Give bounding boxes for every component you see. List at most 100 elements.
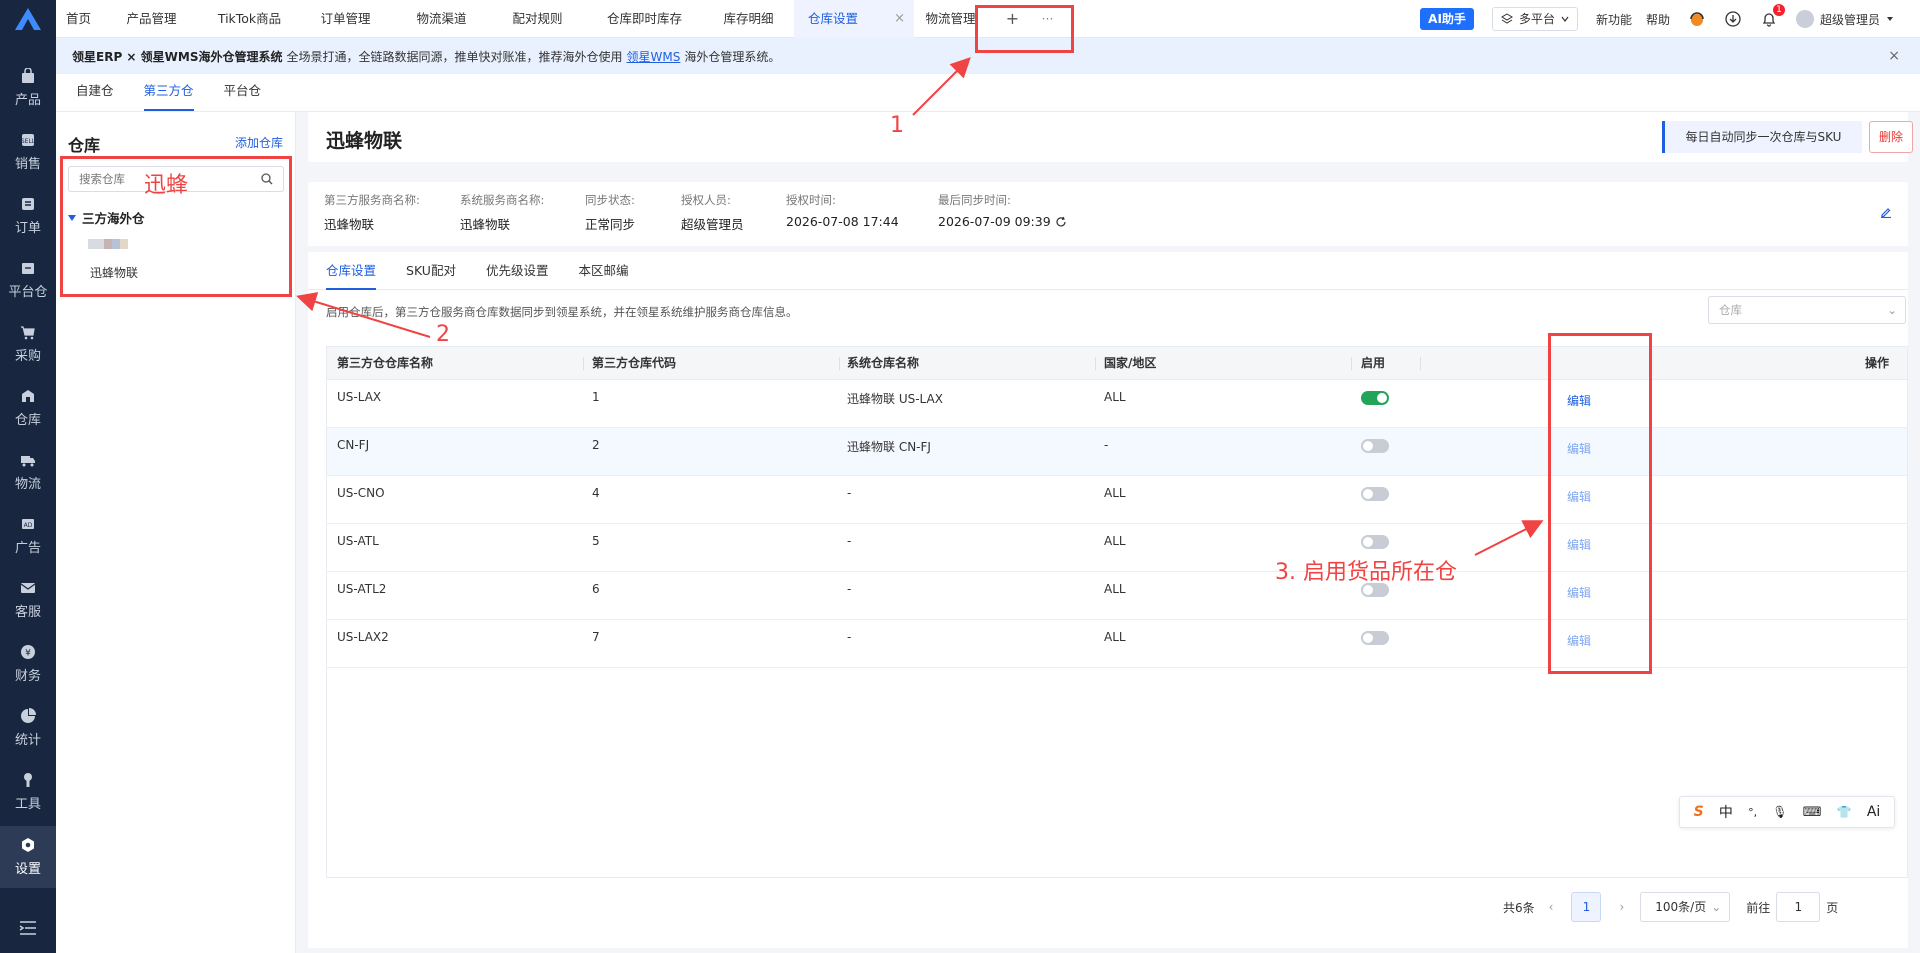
info-label: 授权人员:: [681, 193, 731, 207]
new-features-link[interactable]: 新功能: [1596, 11, 1632, 28]
table-row: US-ATL 5 - ALL 编辑: [327, 524, 1907, 572]
tab-warehouse-settings[interactable]: 仓库设置 ×: [794, 0, 914, 38]
page-title: 迅蜂物联: [326, 130, 403, 152]
tab-logistics-mgmt[interactable]: 物流管理: [914, 0, 988, 38]
banner-close-icon[interactable]: ×: [1888, 48, 1900, 64]
goto-page-input[interactable]: 1: [1776, 892, 1821, 922]
add-tab-button[interactable]: +: [988, 0, 1038, 38]
nav-item-platform-warehouse[interactable]: 平台仓: [0, 250, 56, 310]
nav-item-purchase[interactable]: 采购: [0, 314, 56, 374]
enable-toggle[interactable]: [1361, 535, 1389, 549]
help-link[interactable]: 帮助: [1646, 11, 1670, 28]
cell-name: CN-FJ: [337, 438, 370, 452]
notification-badge: 1: [1772, 4, 1785, 16]
tab-logistics-channel[interactable]: 物流渠道: [394, 0, 490, 38]
tab-tiktok[interactable]: TikTok商品: [202, 0, 298, 38]
enable-toggle[interactable]: [1361, 391, 1389, 405]
edit-link[interactable]: 编辑: [1567, 584, 1591, 601]
tab-zip-code[interactable]: 本区邮编: [578, 252, 628, 290]
ime-chinese-toggle[interactable]: 中: [1719, 802, 1733, 822]
notification-bell-icon[interactable]: 1: [1760, 4, 1785, 28]
nav-item-order[interactable]: 订单: [0, 186, 56, 246]
tab-orders[interactable]: 订单管理: [298, 0, 394, 38]
enable-toggle[interactable]: [1361, 487, 1389, 501]
col-divider: [1420, 357, 1421, 370]
nav-item-sale[interactable]: SELL 销售: [0, 122, 56, 182]
nav-item-settings[interactable]: 设置: [0, 826, 56, 888]
tab-instant-stock[interactable]: 仓库即时库存: [586, 0, 704, 38]
cell-code: 7: [592, 630, 600, 644]
enable-toggle[interactable]: [1361, 439, 1389, 453]
ime-punctuation-icon[interactable]: °,: [1748, 806, 1757, 819]
ime-mic-icon[interactable]: 🎙: [1772, 805, 1787, 819]
edit-link[interactable]: 编辑: [1567, 536, 1591, 553]
tab-sku-pairing[interactable]: SKU配对: [406, 252, 456, 290]
tab-pairing-rules[interactable]: 配对规则: [490, 0, 586, 38]
nav-item-product[interactable]: 产品: [0, 58, 56, 118]
page-number[interactable]: 1: [1571, 892, 1602, 922]
tree-leaf-provider[interactable]: 迅蜂物联: [90, 264, 138, 281]
tab-home[interactable]: 首页: [56, 0, 102, 38]
tab-product[interactable]: 产品管理: [102, 0, 202, 38]
cell-name: US-ATL: [337, 534, 379, 548]
user-menu[interactable]: 超级管理员: [1795, 10, 1894, 28]
nav-item-service[interactable]: 客服: [0, 570, 56, 630]
total-count: 共6条: [1503, 900, 1535, 915]
info-third-party-name: 第三方服务商名称: 迅蜂物联: [324, 192, 420, 233]
ime-skin-icon[interactable]: 👕: [1837, 805, 1852, 819]
info-label: 系统服务商名称:: [460, 193, 545, 207]
edit-link[interactable]: 编辑: [1567, 440, 1591, 457]
tab-self-built[interactable]: 自建仓: [76, 73, 114, 111]
warehouse-filter-select[interactable]: 仓库 ⌄: [1708, 296, 1906, 324]
download-icon[interactable]: [1724, 10, 1742, 28]
edit-icon[interactable]: [1880, 206, 1892, 221]
platform-warehouse-icon: [22, 263, 34, 274]
tree-group-overseas[interactable]: 三方海外仓: [68, 208, 145, 227]
nav-item-stats[interactable]: 统计: [0, 698, 56, 758]
tool-icon: [24, 773, 32, 787]
tab-warehouse-setting[interactable]: 仓库设置: [326, 252, 377, 290]
next-page-icon[interactable]: ›: [1619, 900, 1624, 914]
nav-item-finance[interactable]: ¥ 财务: [0, 634, 56, 694]
more-tabs-button[interactable]: ···: [1038, 0, 1058, 38]
ai-assistant-button[interactable]: AI助手: [1420, 8, 1474, 30]
tab-priority[interactable]: 优先级设置: [486, 252, 549, 290]
nav-item-ads[interactable]: AD 广告: [0, 506, 56, 566]
enable-toggle[interactable]: [1361, 631, 1389, 645]
cell-name: US-CNO: [337, 486, 385, 500]
search-icon[interactable]: [261, 173, 273, 188]
edit-link[interactable]: 编辑: [1567, 632, 1591, 649]
tab-third-party[interactable]: 第三方仓: [143, 73, 194, 111]
collapse-menu-icon[interactable]: [19, 920, 37, 939]
nav-item-tools[interactable]: 工具: [0, 762, 56, 822]
app-logo[interactable]: [0, 0, 56, 38]
banner-text: 全场景打通，全链路数据同源，推单快对账准，推荐海外仓使用: [286, 49, 623, 64]
prev-page-icon[interactable]: ‹: [1549, 900, 1554, 914]
nav-item-logistics[interactable]: 物流: [0, 442, 56, 502]
edit-link[interactable]: 编辑: [1567, 392, 1591, 409]
ime-keyboard-icon[interactable]: ⌨: [1803, 805, 1822, 820]
delete-button[interactable]: 删除: [1869, 121, 1913, 153]
cell-system-name: 迅蜂物联 US-LAX: [847, 392, 943, 406]
caret-down-icon[interactable]: [68, 214, 76, 221]
support-icon[interactable]: [1688, 10, 1706, 28]
page-size-select[interactable]: 100条/页 ⌄: [1640, 892, 1731, 922]
auto-sync-button[interactable]: 每日自动同步一次仓库与SKU: [1662, 121, 1862, 153]
cell-system-name: -: [847, 486, 852, 500]
provider-logo-thumbnail: [88, 239, 128, 249]
svg-text:SELL: SELL: [21, 138, 36, 145]
add-warehouse-link[interactable]: 添加仓库: [235, 134, 283, 151]
edit-link[interactable]: 编辑: [1567, 488, 1591, 505]
cell-region: ALL: [1104, 486, 1126, 500]
cell-name: US-LAX: [337, 390, 382, 404]
ime-ai-icon[interactable]: Ai: [1867, 804, 1880, 820]
tab-platform[interactable]: 平台仓: [224, 73, 262, 111]
nav-item-warehouse[interactable]: 仓库: [0, 378, 56, 438]
tab-stock-detail[interactable]: 库存明细: [704, 0, 794, 38]
platform-select[interactable]: 多平台: [1491, 7, 1578, 31]
ime-logo-icon[interactable]: S: [1694, 804, 1704, 820]
tab-close-icon[interactable]: ×: [894, 0, 905, 38]
banner-link[interactable]: 领星WMS: [626, 48, 680, 65]
refresh-icon[interactable]: [1055, 216, 1067, 228]
cell-name: US-ATL2: [337, 582, 387, 596]
